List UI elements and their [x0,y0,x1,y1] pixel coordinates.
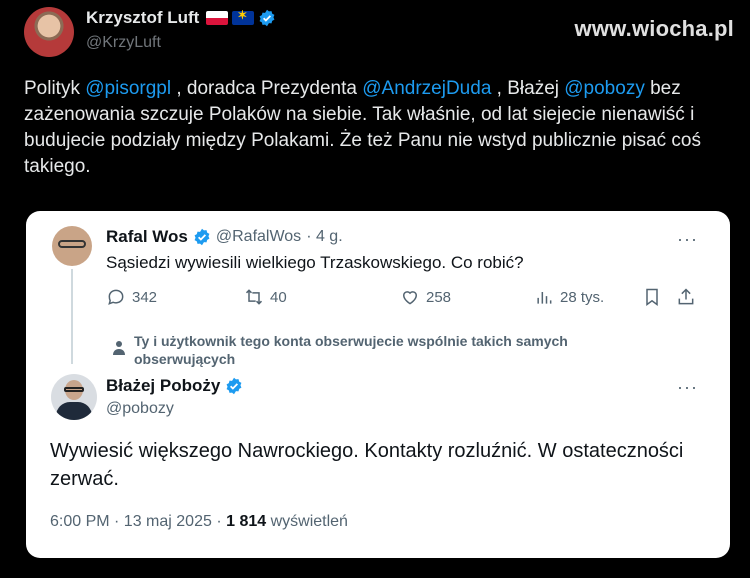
repost-button[interactable]: 40 [244,287,287,307]
tweet-text-part: , doradca Prezydenta [171,78,363,99]
reply-count: 342 [132,288,158,306]
more-options-icon[interactable]: ··· [677,377,698,398]
share-icon [678,288,694,305]
verified-badge-icon [259,9,275,27]
verified-badge-icon [226,377,242,395]
reply-text: Wywiesić większego Nawrockiego. Kontakty… [50,440,684,490]
quoted-thread-card[interactable]: Rafal Wos @RafalWos · 4 g. ··· Sąsiedzi … [26,211,730,558]
thread-connector-line [71,269,73,364]
author-name[interactable]: Krzysztof Luft [86,8,199,28]
verified-badge-icon [194,228,210,246]
quoted-time[interactable]: · 4 g. [306,228,342,246]
poland-flag-icon [206,11,229,25]
reply-button[interactable]: 342 [106,287,157,307]
tweet-text: Polityk @pisorgpl , doradca Prezydenta @… [24,76,724,180]
reply-timestamp-row: 6:00 PM · 13 maj 2025 · 1 814 wyświetleń [50,513,348,531]
action-bar: 342 40 258 28 tys. [106,287,706,311]
reply-icon [108,289,124,305]
repost-icon [245,289,263,305]
heart-icon [402,291,418,305]
watermark: www.wiocha.pl [574,16,734,41]
bookmark-icon [646,288,658,306]
share-button[interactable] [676,287,696,307]
bookmark-button[interactable] [642,287,662,307]
views-chart-icon [537,292,552,304]
mention-link[interactable]: @AndrzejDuda [362,78,491,99]
eu-flag-icon [232,8,255,25]
tweet-text-part: , Błażej [491,78,565,99]
mention-link[interactable]: @pobozy [564,78,645,99]
more-options-icon[interactable]: ··· [677,229,698,250]
quoted-author-handle[interactable]: @RafalWos [216,228,301,246]
author-name-row[interactable]: Krzysztof Luft [86,8,276,28]
quoted-author-name[interactable]: Rafal Wos [106,227,188,247]
views-button[interactable]: 28 tys. [534,287,604,307]
author-handle[interactable]: @KrzyLuft [86,34,161,52]
reply-author-avatar[interactable] [51,374,97,420]
reply-author-name[interactable]: Błażej Pobożу [106,376,220,396]
tweet-text-part: Polityk [24,78,86,99]
reply-timestamp[interactable]: 6:00 PM · 13 maj 2025 · [50,513,226,530]
mutual-followers-notice: Ty i użytkownik tego konta obserwujecie … [134,333,568,367]
like-button[interactable]: 258 [400,287,451,307]
quoted-header: Rafal Wos @RafalWos · 4 g. [106,227,343,247]
author-avatar[interactable] [24,7,74,57]
quoted-text: Sąsiedzi wywiesili wielkiego Trzaskowski… [106,253,524,272]
like-count: 258 [426,288,452,306]
mention-link[interactable]: @pisorgpl [85,78,171,99]
repost-count: 40 [270,288,287,306]
quoted-author-avatar[interactable] [52,226,92,266]
reply-views-count: 1 814 [226,513,267,530]
reply-author-handle[interactable]: @pobozy [106,400,174,418]
reply-author-name-row[interactable]: Błażej Pobożу [106,376,243,396]
reply-views-label: wyświetleń [266,513,348,530]
views-count: 28 tys. [560,288,605,306]
